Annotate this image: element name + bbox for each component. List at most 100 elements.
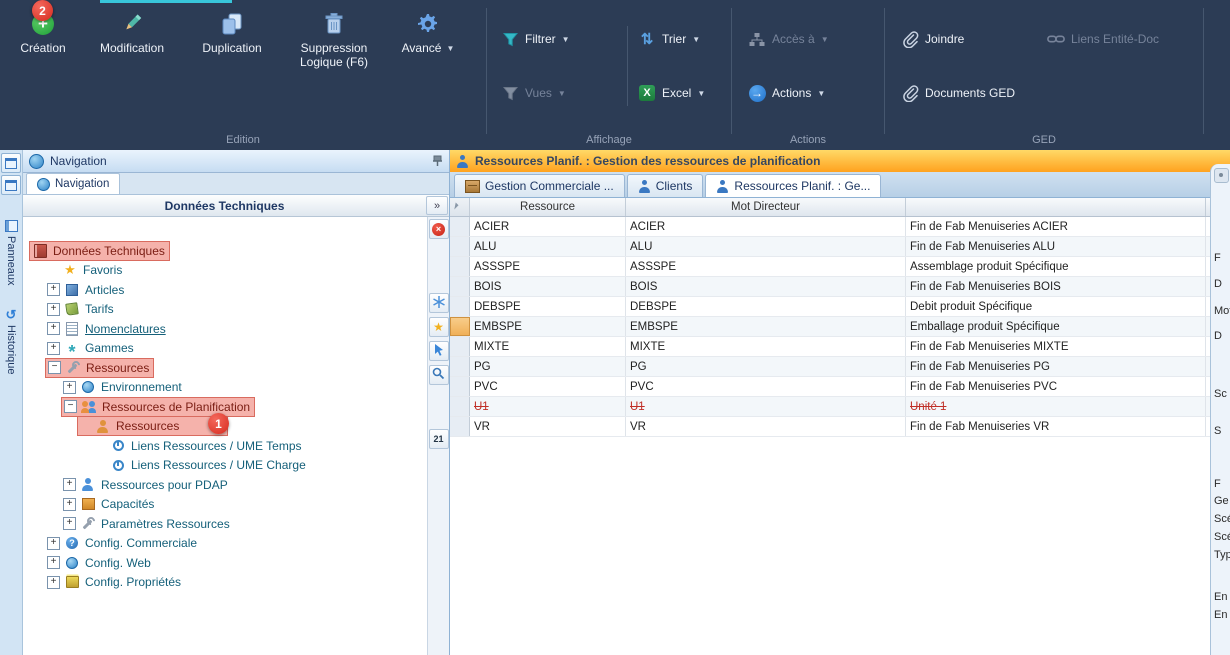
pin-icon[interactable]: [432, 155, 443, 167]
table-row[interactable]: PVCPVCFin de Fab Menuiseries PVC: [450, 377, 1230, 397]
tab-gestion-commerciale[interactable]: Gestion Commerciale ...: [454, 174, 625, 197]
tree-item[interactable]: + Capacités: [23, 495, 427, 515]
table-cell[interactable]: ALU: [470, 237, 626, 256]
tree-item[interactable]: −Ressources: [23, 358, 427, 378]
row-indicator[interactable]: [450, 377, 470, 396]
table-cell[interactable]: Fin de Fab Menuiseries PVC: [906, 377, 1206, 396]
tree-item-label[interactable]: Config. Commerciale: [83, 536, 199, 550]
tree-item-label[interactable]: Ressources: [114, 419, 181, 433]
tree-item-label[interactable]: Gammes: [83, 341, 136, 355]
tree-item-label[interactable]: Articles: [83, 283, 126, 297]
table-cell[interactable]: PG: [626, 357, 906, 376]
row-indicator-header[interactable]: [450, 198, 470, 216]
chevron-down-icon[interactable]: ▼: [692, 35, 700, 44]
dock-tab-historique[interactable]: ↺ Historique: [5, 308, 17, 375]
tree-item[interactable]: +Articles: [23, 280, 427, 300]
row-indicator[interactable]: [450, 357, 470, 376]
expand-icon[interactable]: +: [63, 478, 76, 491]
actions-button[interactable]: → Actions ▼: [748, 80, 868, 106]
table-row[interactable]: EMBSPEEMBSPEEmballage produit Spécifique: [450, 317, 1230, 337]
tree-item[interactable]: + Environnement: [23, 378, 427, 398]
search-button[interactable]: [429, 365, 449, 385]
table-cell[interactable]: ACIER: [470, 217, 626, 236]
dock-tab-panneaux[interactable]: Panneaux: [4, 219, 19, 286]
tree-item-label[interactable]: Config. Web: [83, 556, 153, 570]
table-cell[interactable]: Fin de Fab Menuiseries BOIS: [906, 277, 1206, 296]
clear-filter-button[interactable]: ×: [429, 219, 449, 239]
tree-item-label[interactable]: Tarifs: [83, 302, 116, 316]
row-indicator[interactable]: [450, 397, 470, 416]
tree-item-label[interactable]: Favoris: [81, 263, 124, 277]
table-cell[interactable]: DEBSPE: [626, 297, 906, 316]
tree-item[interactable]: Favoris: [23, 261, 427, 281]
table-cell[interactable]: ALU: [626, 237, 906, 256]
dock-layout-icon[interactable]: [1, 175, 21, 195]
tree-item[interactable]: Liens Ressources / UME Charge: [23, 456, 427, 476]
vues-button[interactable]: Vues ▼: [501, 80, 617, 106]
tree-item[interactable]: +Ressources pour PDAP: [23, 475, 427, 495]
tree-item-label[interactable]: Capacités: [99, 497, 156, 511]
tree-item-label[interactable]: Liens Ressources / UME Temps: [129, 439, 304, 453]
tree-item[interactable]: +Paramètres Ressources: [23, 514, 427, 534]
row-indicator[interactable]: [450, 317, 470, 336]
row-indicator[interactable]: [450, 297, 470, 316]
row-indicator[interactable]: [450, 277, 470, 296]
table-row[interactable]: BOISBOISFin de Fab Menuiseries BOIS: [450, 277, 1230, 297]
table-cell[interactable]: ASSSPE: [470, 257, 626, 276]
liens-entite-doc-button[interactable]: Liens Entité-Doc: [1047, 26, 1193, 52]
table-cell[interactable]: VR: [626, 417, 906, 436]
suppression-logique-button[interactable]: Suppression Logique (F6): [286, 10, 382, 70]
tree-item-label[interactable]: Config. Propriétés: [83, 575, 183, 589]
tree-item[interactable]: +Config. Web: [23, 553, 427, 573]
tree-item[interactable]: −Ressources de Planification: [23, 397, 427, 417]
pointer-button[interactable]: [429, 341, 449, 361]
table-cell[interactable]: Fin de Fab Menuiseries MIXTE: [906, 337, 1206, 356]
table-cell[interactable]: Fin de Fab Menuiseries VR: [906, 417, 1206, 436]
collapse-icon[interactable]: −: [48, 361, 61, 374]
row-indicator[interactable]: [450, 257, 470, 276]
expand-icon[interactable]: +: [47, 342, 60, 355]
table-cell[interactable]: PVC: [470, 377, 626, 396]
tree-item-label[interactable]: Ressources de Planification: [100, 400, 252, 414]
table-cell[interactable]: Fin de Fab Menuiseries ALU: [906, 237, 1206, 256]
documents-ged-button[interactable]: Documents GED: [901, 80, 1029, 106]
freeze-button[interactable]: [429, 293, 449, 313]
tree-item[interactable]: Données Techniques: [23, 241, 427, 261]
dock-menu-icon[interactable]: [1, 153, 21, 173]
expand-icon[interactable]: +: [63, 381, 76, 394]
tree-item[interactable]: +Nomenclatures: [23, 319, 427, 339]
acces-a-button[interactable]: Accès à ▼: [748, 26, 868, 52]
trier-button[interactable]: ⇅ Trier ▼: [638, 26, 734, 52]
table-row[interactable]: DEBSPEDEBSPEDebit produit Spécifique: [450, 297, 1230, 317]
filtrer-button[interactable]: Filtrer ▼: [501, 26, 617, 52]
tree-item[interactable]: + Tarifs: [23, 300, 427, 320]
modification-button[interactable]: Modification: [86, 10, 178, 70]
chevron-down-icon[interactable]: ▼: [562, 35, 570, 44]
chevron-down-icon[interactable]: ▼: [817, 89, 825, 98]
tree-item-label[interactable]: Environnement: [99, 380, 184, 394]
expand-icon[interactable]: +: [63, 517, 76, 530]
table-row[interactable]: ASSSPEASSSPEAssemblage produit Spécifiqu…: [450, 257, 1230, 277]
table-cell[interactable]: VR: [470, 417, 626, 436]
expand-icon[interactable]: +: [47, 303, 60, 316]
chevron-down-icon[interactable]: ▼: [446, 44, 454, 53]
tab-clients[interactable]: Clients: [627, 174, 704, 197]
sort-numeric-button[interactable]: 21: [429, 429, 449, 449]
table-row[interactable]: VRVRFin de Fab Menuiseries VR: [450, 417, 1230, 437]
table-cell[interactable]: Emballage produit Spécifique: [906, 317, 1206, 336]
excel-button[interactable]: X Excel ▼: [638, 80, 734, 106]
table-cell[interactable]: U1: [470, 397, 626, 416]
table-cell[interactable]: U1: [626, 397, 906, 416]
column-header-mot-directeur[interactable]: Mot Directeur: [626, 198, 906, 216]
table-cell[interactable]: Fin de Fab Menuiseries PG: [906, 357, 1206, 376]
expand-icon[interactable]: +: [47, 537, 60, 550]
table-cell[interactable]: PG: [470, 357, 626, 376]
table-cell[interactable]: MIXTE: [470, 337, 626, 356]
duplication-button[interactable]: Duplication: [192, 10, 272, 70]
table-row[interactable]: ALUALUFin de Fab Menuiseries ALU: [450, 237, 1230, 257]
table-cell[interactable]: Assemblage produit Spécifique: [906, 257, 1206, 276]
tree-item-label[interactable]: Nomenclatures: [83, 322, 168, 336]
expand-icon[interactable]: +: [63, 498, 76, 511]
row-indicator[interactable]: [450, 217, 470, 236]
table-cell[interactable]: BOIS: [626, 277, 906, 296]
